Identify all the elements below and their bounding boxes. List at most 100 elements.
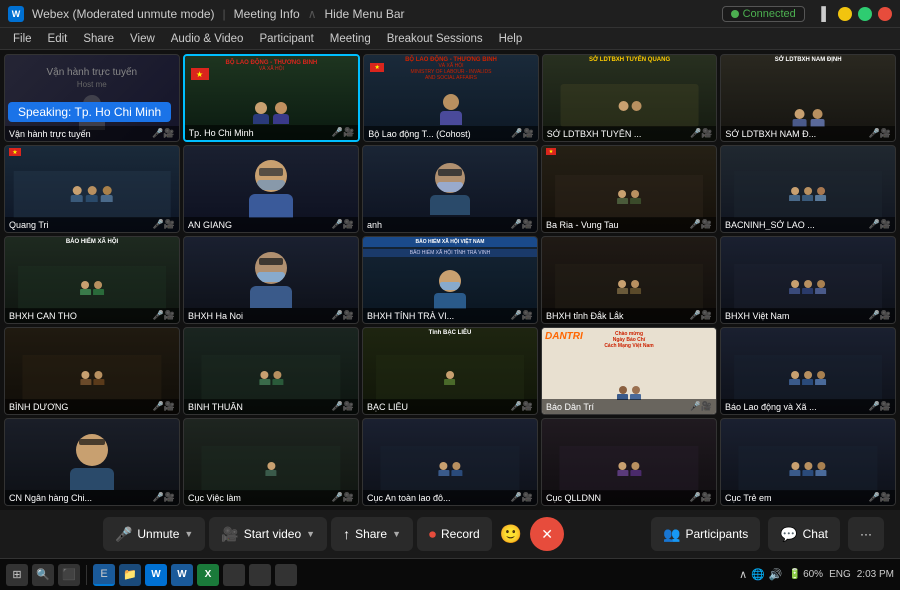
app-title: Webex (Moderated unmute mode) bbox=[32, 7, 215, 21]
cell-label-st: SỞ LDTBXH TUYÊN ... 🎤🎥 bbox=[543, 126, 717, 141]
record-button[interactable]: ⏺ Record bbox=[417, 517, 492, 551]
cell-icons-bd: 🎤🎥 bbox=[153, 401, 175, 412]
video-cell-binhtuan[interactable]: BINH THUÂN 🎤🎥 bbox=[183, 327, 359, 415]
toolbar-right: 👥 Participants 💬 Chat ··· bbox=[651, 517, 884, 551]
language-indicator[interactable]: ENG bbox=[829, 569, 851, 580]
video-cell-cucql[interactable]: Cục QLLDNN 🎤🎥 bbox=[541, 418, 717, 506]
window-controls[interactable] bbox=[838, 7, 892, 21]
cell-name-bd: BÌNH DƯƠNG bbox=[9, 402, 68, 412]
cell-label-bvn: BHXH Việt Nam 🎤🎥 bbox=[721, 308, 895, 323]
video-cell-binhduong[interactable]: BÌNH DƯƠNG 🎤🎥 bbox=[4, 327, 180, 415]
cell-label-bld: Bộ Lao động T... (Cohost) 🎤🎥 bbox=[364, 126, 538, 141]
tray-up-arrow[interactable]: ∧ bbox=[739, 568, 747, 581]
cell-label-nh: CN Ngân hàng Chi... 🎤🎥 bbox=[5, 490, 179, 505]
cell-label-bld2: Báo Lao động và Xã ... 🎤🎥 bbox=[721, 399, 895, 414]
video-cell-cuctre[interactable]: Cục Trẻ em 🎤🎥 bbox=[720, 418, 896, 506]
record-icon: ⏺ bbox=[429, 526, 436, 543]
taskbar-word[interactable]: W bbox=[171, 564, 193, 586]
unmute-button[interactable]: 🎤 Unmute ▼ bbox=[103, 517, 205, 551]
taskbar-explorer[interactable]: 📁 bbox=[119, 564, 141, 586]
cell-icons-cte: 🎤🎥 bbox=[869, 492, 891, 503]
reaction-button[interactable]: 🙂 bbox=[496, 520, 526, 549]
cell-label-cat: Cục An toàn lao đô... 🎤🎥 bbox=[363, 490, 537, 505]
menu-edit[interactable]: Edit bbox=[41, 31, 75, 47]
video-cell-so-nam[interactable]: SỞ LDTBXH NAM ĐỊNH bbox=[720, 54, 896, 142]
taskbar-webex[interactable]: W bbox=[145, 564, 167, 586]
taskbar-browser[interactable]: E bbox=[93, 564, 115, 586]
video-cell-hanoi[interactable]: BHXH Ha Noi 🎤🎥 bbox=[183, 236, 359, 324]
minimize-button[interactable] bbox=[838, 7, 852, 21]
end-call-button[interactable]: ✕ bbox=[530, 517, 564, 551]
cell-label-bd: BÌNH DƯƠNG 🎤🎥 bbox=[5, 399, 179, 414]
video-cell-travInh[interactable]: BẢO HIỂM XÃ HỘI VIỆT NAM BẢO HIỂM XÃ HỘI… bbox=[362, 236, 538, 324]
video-cell-baolaodog[interactable]: Báo Lao động và Xã ... 🎤🎥 bbox=[720, 327, 896, 415]
menu-view[interactable]: View bbox=[123, 31, 162, 47]
start-video-button[interactable]: 🎥 Start video ▼ bbox=[209, 517, 327, 551]
cell-label-hn: BHXH Ha Noi 🎤🎥 bbox=[184, 308, 358, 323]
hide-menu-btn[interactable]: Hide Menu Bar bbox=[325, 7, 405, 21]
participants-button[interactable]: 👥 Participants bbox=[651, 517, 760, 551]
menu-participant[interactable]: Participant bbox=[252, 31, 320, 47]
video-cell-anh[interactable]: anh 🎤🎥 bbox=[362, 145, 538, 233]
cell-name-bt: BINH THUÂN bbox=[188, 402, 243, 412]
video-row-4: BÌNH DƯƠNG 🎤🎥 BINH THUÂN 🎤🎥 bbox=[4, 327, 896, 415]
start-button[interactable]: ⊞ bbox=[6, 564, 28, 586]
taskbar-excel[interactable]: X bbox=[197, 564, 219, 586]
title-bar-left: W Webex (Moderated unmute mode) | Meetin… bbox=[8, 6, 405, 22]
cell-label-sn: SỞ LDTBXH NAM Đ... 🎤🎥 bbox=[721, 126, 895, 141]
cell-icons-bt: 🎤🎥 bbox=[332, 401, 354, 412]
video-cell-baria[interactable]: ★ Ba Ria - Vung Tau 🎤🎥 bbox=[541, 145, 717, 233]
video-cell-cucvieclam[interactable]: Cục Việc làm 🎤🎥 bbox=[183, 418, 359, 506]
cell-label-ag: AN GIANG 🎤🎥 bbox=[184, 217, 358, 232]
cell-label-tv: BHXH TỈNH TRÀ VI... 🎤🎥 bbox=[363, 308, 537, 323]
video-cell-bo-lao-dong[interactable]: BỘ LAO ĐỘNG - THƯƠNG BINH VÀ XÃ HỘI MINI… bbox=[363, 54, 539, 142]
close-button[interactable] bbox=[878, 7, 892, 21]
cell-name-dl: BHXH tỉnh Đắk Lắk bbox=[546, 311, 624, 321]
video-cell-daklak[interactable]: BHXH tỉnh Đắk Lắk 🎤🎥 bbox=[541, 236, 717, 324]
video-cell-van-hanh[interactable]: Vận hành trực tuyến Host me Vận hành trự… bbox=[4, 54, 180, 142]
cell-name-anh: anh bbox=[367, 220, 382, 230]
cell-name-bn: BACNINH_SỞ LAO ... bbox=[725, 220, 815, 230]
video-cell-quangtri[interactable]: ★ Quang Tri 🎤🎥 bbox=[4, 145, 180, 233]
maximize-button[interactable] bbox=[858, 7, 872, 21]
video-cell-hcm[interactable]: BỘ LAO ĐỘNG - THƯƠNG BINH VÀ XÃ HỘI ★ bbox=[183, 54, 361, 142]
participants-icon: 👥 bbox=[663, 526, 680, 543]
menu-audio-video[interactable]: Audio & Video bbox=[164, 31, 251, 47]
title-bar-right: Connected ▐ bbox=[722, 6, 892, 22]
video-cell-cantho[interactable]: BẢO HIỂM XÃ HỘI BHXH CAN THO 🎤🎥 bbox=[4, 236, 180, 324]
menu-help[interactable]: Help bbox=[492, 31, 530, 47]
speaking-banner: Speaking: Tp. Ho Chi Minh bbox=[8, 102, 171, 122]
video-cell-so-tuyen[interactable]: SỞ LDTBXH TUYÊN QUANG SỞ LDTBXH TUYÊN ..… bbox=[542, 54, 718, 142]
video-cell-bacninh[interactable]: BACNINH_SỞ LAO ... 🎤🎥 bbox=[720, 145, 896, 233]
meeting-info-link[interactable]: Meeting Info bbox=[234, 7, 300, 21]
cell-icons-cat: 🎤🎥 bbox=[511, 492, 533, 503]
taskbar-right: ∧ 🌐 🔊 🔋 60% ENG 2:03 PM bbox=[739, 568, 894, 581]
taskbar: ⊞ 🔍 ⬛ E 📁 W W X ∧ 🌐 🔊 🔋 60% ENG 2:03 PM bbox=[0, 558, 900, 590]
cell-icons-ag: 🎤🎥 bbox=[332, 219, 354, 230]
network-icon[interactable]: 🌐 bbox=[751, 568, 765, 581]
video-cell-cucantoan[interactable]: Cục An toàn lao đô... 🎤🎥 bbox=[362, 418, 538, 506]
video-cell-angiang[interactable]: AN GIANG 🎤🎥 bbox=[183, 145, 359, 233]
taskbar-app3[interactable] bbox=[275, 564, 297, 586]
menu-share[interactable]: Share bbox=[76, 31, 121, 47]
video-cell-baclieu[interactable]: Tỉnh BẠC LIÊU BẠC LIÊU 🎤🎥 bbox=[362, 327, 538, 415]
menu-file[interactable]: File bbox=[6, 31, 39, 47]
more-button[interactable]: ··· bbox=[848, 517, 884, 551]
search-button[interactable]: 🔍 bbox=[32, 564, 54, 586]
title-sep2: ∧ bbox=[308, 7, 317, 21]
menu-breakout[interactable]: Breakout Sessions bbox=[380, 31, 490, 47]
cell-icons-hn: 🎤🎥 bbox=[332, 310, 354, 321]
chat-label: Chat bbox=[803, 527, 828, 541]
task-view-button[interactable]: ⬛ bbox=[58, 564, 80, 586]
share-button[interactable]: ↑ Share ▼ bbox=[331, 517, 413, 551]
menu-meeting[interactable]: Meeting bbox=[323, 31, 378, 47]
video-cell-dantri[interactable]: DANTRI Chào mừng Ngày Báo Chí Cách Mạng … bbox=[541, 327, 717, 415]
video-cell-bhxhvn[interactable]: BHXH Việt Nam 🎤🎥 bbox=[720, 236, 896, 324]
video-cell-nganhang[interactable]: CN Ngân hàng Chi... 🎤🎥 bbox=[4, 418, 180, 506]
taskbar-app2[interactable] bbox=[249, 564, 271, 586]
taskbar-app1[interactable] bbox=[223, 564, 245, 586]
clock[interactable]: 2:03 PM bbox=[857, 569, 894, 580]
volume-icon[interactable]: 🔊 bbox=[769, 568, 783, 581]
cell-name-br: Ba Ria - Vung Tau bbox=[546, 220, 619, 230]
chat-button[interactable]: 💬 Chat bbox=[768, 517, 840, 551]
